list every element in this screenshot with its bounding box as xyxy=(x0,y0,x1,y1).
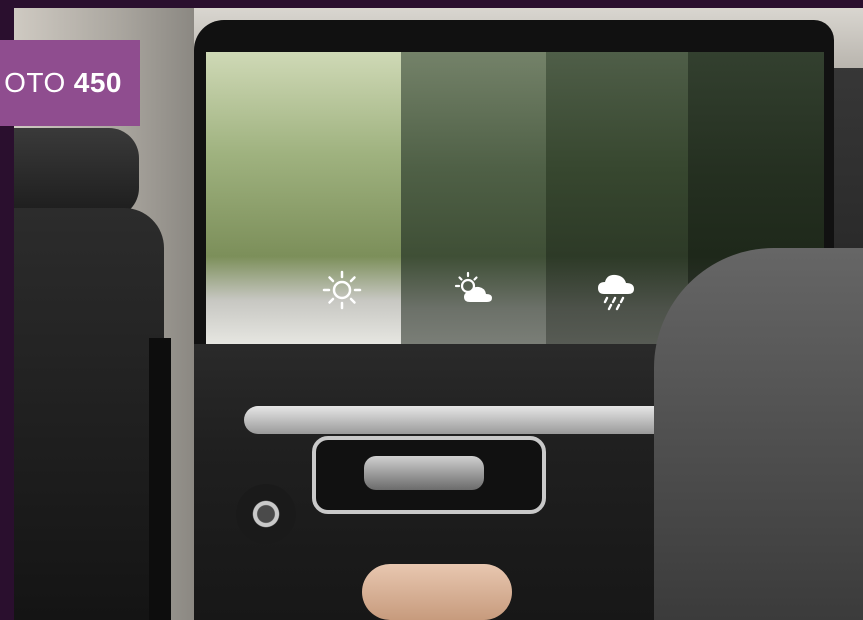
seat-back xyxy=(14,208,164,620)
badge-text: OTO xyxy=(4,67,66,98)
badge-number: 450 xyxy=(73,67,122,98)
door-handle xyxy=(364,456,484,490)
car-interior-photo xyxy=(14,8,863,620)
door-speaker xyxy=(236,484,296,544)
sun-icon xyxy=(318,266,366,314)
passenger xyxy=(654,248,863,620)
seat-headrest xyxy=(14,128,139,218)
passenger-hand xyxy=(362,564,512,620)
seat-belt xyxy=(149,338,171,620)
product-badge: OTO 450 xyxy=(0,40,140,126)
partly-cloudy-icon xyxy=(450,266,498,314)
tint-level-clear xyxy=(206,52,401,344)
photo-frame: OTO 450 xyxy=(0,0,863,620)
rain-icon xyxy=(592,266,640,314)
